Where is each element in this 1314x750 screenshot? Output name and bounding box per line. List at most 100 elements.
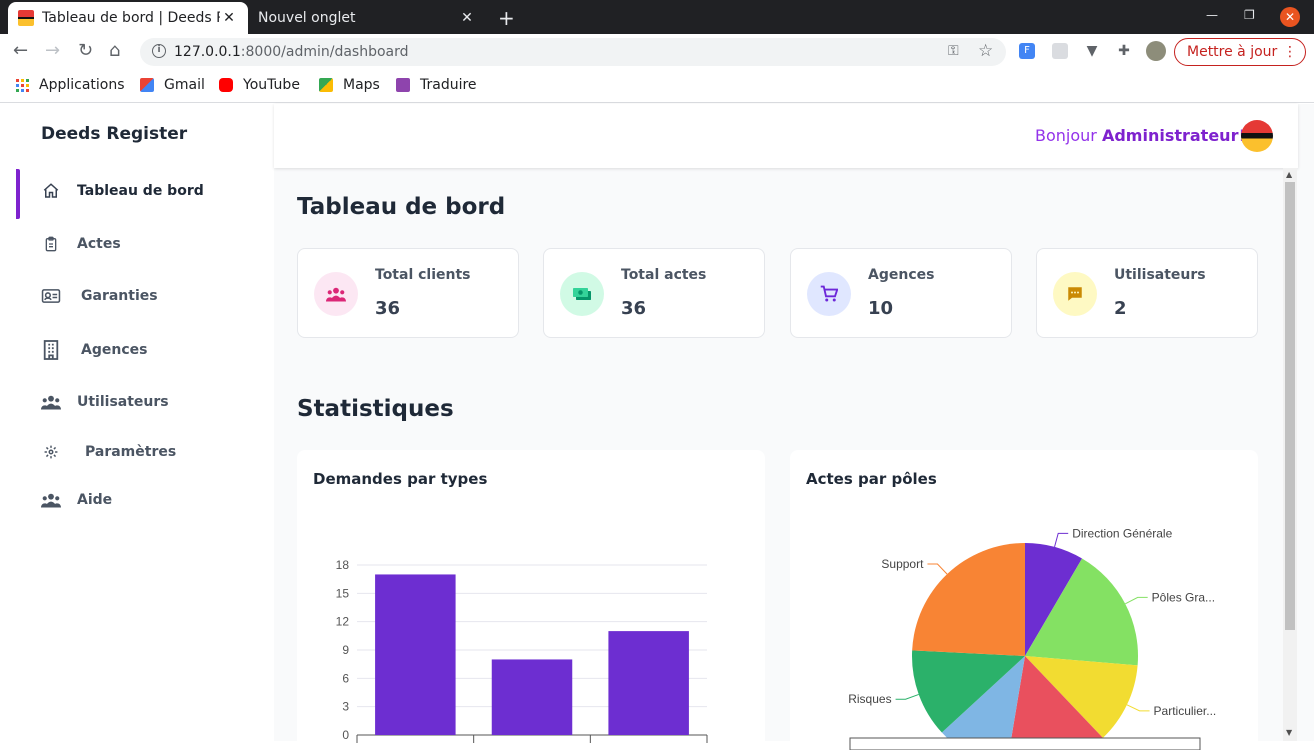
close-tab-icon[interactable]: ✕ [458,10,476,26]
sidebar-item-label: Utilisateurs [77,394,169,410]
browser-tab-bar: Tableau de bord | Deeds Register ✕ Nouve… [0,0,1314,34]
reload-icon[interactable]: ↻ [78,42,93,60]
scroll-up-icon[interactable]: ▲ [1286,170,1292,179]
sidebar-item-label: Paramètres [85,444,177,460]
home-icon[interactable]: ⌂ [109,42,120,60]
scrollbar[interactable]: ▲ ▼ [1283,168,1297,741]
pie-slice-label: Direction Générale [1072,526,1172,540]
bookmark-apps[interactable]: Applications [16,77,125,93]
bookmark-translate[interactable]: Traduire [396,77,477,93]
pie-slice-label: Risques [848,692,891,706]
stat-card-label: Total clients [375,267,471,283]
sidebar-item-label: Agences [81,342,148,358]
users-icon [314,272,358,316]
maximize-icon[interactable]: ❐ [1244,8,1255,22]
puzzle-icon[interactable]: ✚ [1116,43,1132,59]
new-tab-button[interactable]: + [498,6,515,30]
translate-icon [396,78,410,92]
address-bar[interactable]: i 127.0.0.1:8000/admin/dashboard ⚿ ☆ [140,38,1006,66]
tab-new[interactable]: Nouvel onglet ✕ [248,2,486,34]
url-text: 127.0.0.1:8000/admin/dashboard [174,44,409,60]
update-button[interactable]: Mettre à jour ⋮ [1174,38,1306,66]
bar-chart: 0 3 6 9 12 15 18 [336,558,708,743]
pie-slice [912,543,1025,656]
greeting-text: Bonjour Administrateur! [1035,126,1245,145]
sidebar-item-agences[interactable]: Agences [0,328,274,372]
money-icon [560,272,604,316]
sidebar-item-garanties[interactable]: Garanties [0,274,274,318]
forward-icon[interactable]: → [45,42,60,60]
vue-extension-icon[interactable]: ▼ [1084,43,1100,59]
chart-panel-actes-poles: Actes par pôles Direction Générale Pôles … [790,450,1258,750]
back-icon[interactable]: ← [13,42,28,60]
translate-extension-icon[interactable]: F [1019,43,1035,59]
building-icon [41,340,61,360]
y-tick-label: 12 [336,615,350,629]
youtube-icon [219,78,233,92]
sidebar-item-dashboard[interactable]: Tableau de bord [0,169,274,219]
id-card-icon [41,286,61,306]
extension-icon[interactable] [1052,43,1068,59]
minimize-icon[interactable]: — [1206,8,1218,22]
star-icon[interactable]: ☆ [978,41,993,61]
stat-card-label: Agences [868,267,935,283]
gear-icon [41,442,61,462]
maps-icon [319,78,333,92]
page-title: Tableau de bord [297,194,506,220]
tab-dashboard[interactable]: Tableau de bord | Deeds Register ✕ [8,2,248,34]
stat-card-label: Total actes [621,267,707,283]
cart-icon [807,272,851,316]
y-tick-label: 15 [336,586,350,600]
bar [491,659,573,735]
profile-avatar[interactable] [1146,41,1166,61]
sidebar-item-label: Actes [77,236,121,252]
stat-card-utilisateurs: Utilisateurs 2 [1036,248,1258,338]
pie-chart: Direction Générale Pôles Gra... Particulie… [848,526,1217,750]
stat-card-actes: Total actes 36 [543,248,765,338]
sidebar: Deeds Register Tableau de bord Actes Gar… [0,104,274,741]
sidebar-item-utilisateurs[interactable]: Utilisateurs [0,380,274,424]
pie-leader-line [895,693,919,700]
close-tab-icon[interactable]: ✕ [220,10,238,26]
key-icon[interactable]: ⚿ [948,43,959,59]
stat-card-value: 10 [868,298,894,319]
bookmark-maps[interactable]: Maps [319,77,380,93]
bookmarks-bar: Applications Gmail YouTube Maps Traduire [0,70,1314,103]
section-title: Statistiques [297,396,454,422]
more-icon: ⋮ [1283,44,1297,60]
sidebar-item-aide[interactable]: Aide [0,478,274,522]
pie-slice-label: Support [881,557,924,571]
pie-leader-line [1125,596,1148,605]
pie-slice-label: Pôles Gra... [1152,590,1215,604]
home-icon [41,181,61,201]
tab-label: Tableau de bord | Deeds Register [42,10,220,26]
bar [608,631,689,735]
chart-panel-demandes: Demandes par types 0 3 6 9 12 15 18 [297,450,765,750]
stat-card-value: 2 [1114,298,1127,319]
bookmark-youtube[interactable]: YouTube [219,77,300,93]
pie-slice-label: Particulier... [1154,704,1217,718]
sidebar-item-actes[interactable]: Actes [0,222,274,266]
sidebar-item-parametres[interactable]: Paramètres [0,430,274,474]
site-favicon-icon [18,10,34,26]
pie-leader-line [1126,704,1150,712]
avatar[interactable] [1241,120,1273,152]
tab-label: Nouvel onglet [258,10,356,26]
y-tick-label: 3 [342,700,349,714]
site-info-icon[interactable]: i [152,44,166,58]
bar [375,574,456,735]
sidebar-item-label: Tableau de bord [77,183,204,199]
y-tick-label: 18 [336,558,350,572]
pie-legend-box [849,737,1201,750]
y-tick-label: 0 [342,728,349,742]
stat-card-agences: Agences 10 [790,248,1012,338]
clipboard-icon [41,234,61,254]
scrollbar-thumb[interactable] [1285,182,1295,630]
chat-icon [1053,272,1097,316]
bookmark-gmail[interactable]: Gmail [140,77,205,93]
pie-leader-line [1054,532,1069,548]
scroll-down-icon[interactable]: ▼ [1286,728,1292,737]
window-close-icon[interactable]: ✕ [1280,7,1300,27]
browser-toolbar: ← → ↻ ⌂ i 127.0.0.1:8000/admin/dashboard… [0,34,1314,70]
gmail-icon [140,78,154,92]
